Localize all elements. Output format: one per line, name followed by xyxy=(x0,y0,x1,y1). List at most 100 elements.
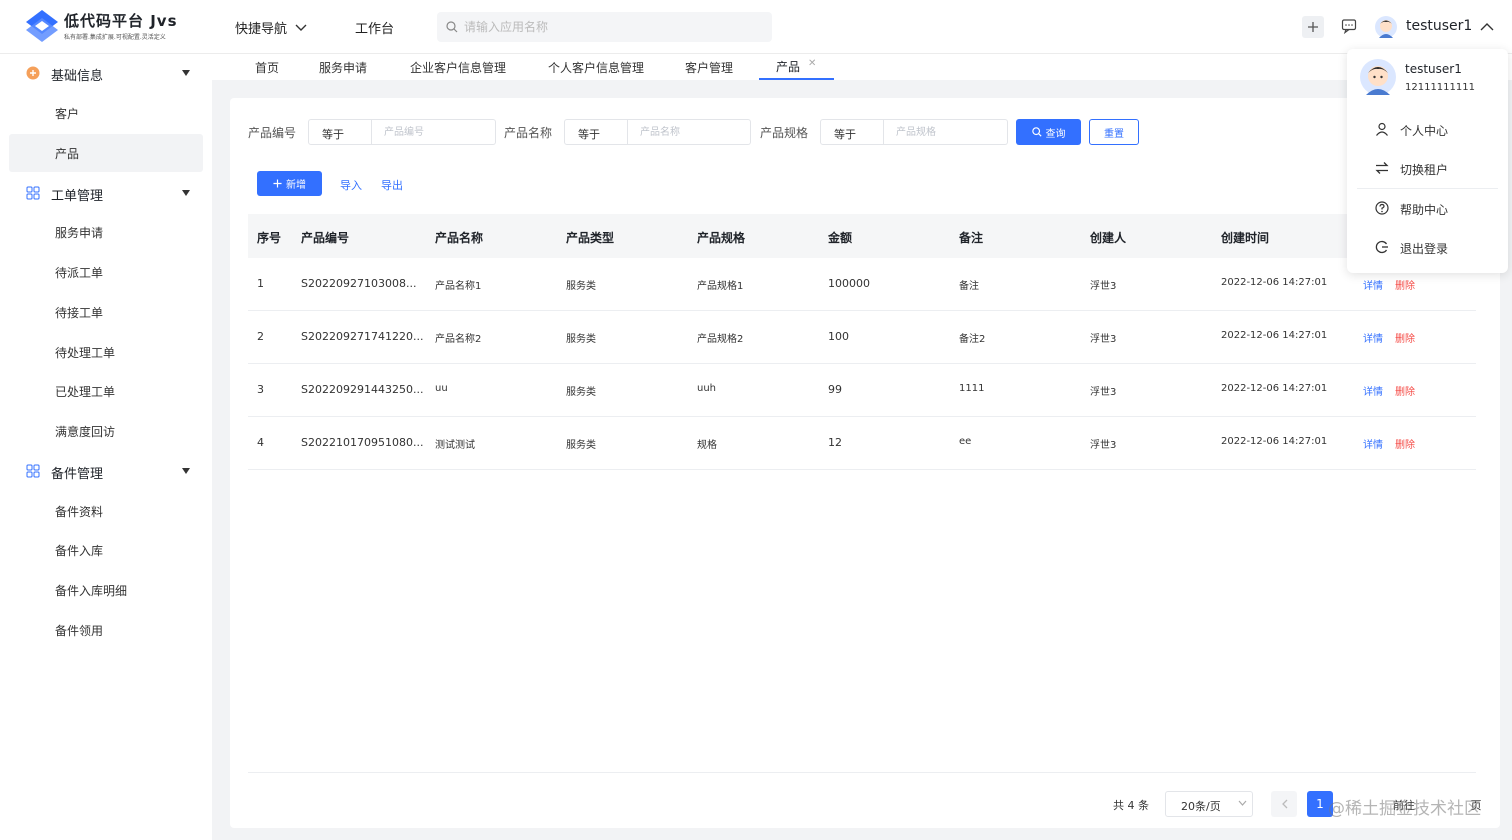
cell-remark: 备注 xyxy=(959,281,979,292)
filter-input-spec[interactable] xyxy=(883,119,1008,145)
message-icon xyxy=(1341,19,1357,34)
sidebar-item-product[interactable]: 产品 xyxy=(9,134,203,172)
tab-home[interactable]: 首页 xyxy=(255,59,279,76)
table-header xyxy=(248,214,1476,258)
menu-item-help-center[interactable]: 帮助中心 xyxy=(1347,192,1508,224)
row-detail-link[interactable]: 详情 xyxy=(1363,330,1383,345)
sidebar-item-pending-dispatch[interactable]: 待派工单 xyxy=(9,253,203,291)
sidebar-item-service-request[interactable]: 服务申请 xyxy=(9,213,203,251)
filter-label-spec: 产品规格 xyxy=(760,126,809,140)
switch-icon xyxy=(1375,162,1389,174)
row-delete-link[interactable]: 删除 xyxy=(1395,436,1415,451)
sidebar-group-label: 备件管理 xyxy=(51,467,104,482)
sidebar-group-spare-parts[interactable]: 备件管理 xyxy=(0,452,212,490)
close-icon[interactable]: ✕ xyxy=(808,58,816,69)
menu-item-personal-center[interactable]: 个人中心 xyxy=(1347,113,1508,145)
filter-label-code: 产品编号 xyxy=(248,126,297,140)
sidebar-item-satisfaction-visit[interactable]: 满意度回访 xyxy=(9,412,203,450)
cell-code: S20220927103008... xyxy=(301,277,417,290)
quick-nav-dropdown[interactable]: 快捷导航 xyxy=(235,18,307,37)
message-button[interactable] xyxy=(1340,17,1358,35)
product-name-field[interactable] xyxy=(627,120,750,144)
tab-customer-management[interactable]: 客户管理 xyxy=(685,59,733,76)
row-delete-link[interactable]: 删除 xyxy=(1395,383,1415,398)
filter-input-name[interactable] xyxy=(627,119,751,145)
cell-remark: ee xyxy=(959,436,972,447)
sidebar-group-work-order[interactable]: 工单管理 xyxy=(0,174,212,212)
product-code-field[interactable] xyxy=(371,120,495,144)
app-search[interactable] xyxy=(437,12,772,42)
filter-input-code[interactable] xyxy=(371,119,496,145)
user-icon xyxy=(1376,122,1388,136)
tab-personal-customer[interactable]: 个人客户信息管理 xyxy=(548,59,644,76)
cell-remark: 1111 xyxy=(959,383,985,394)
cell-type: 服务类 xyxy=(566,387,596,398)
sidebar-item-spare-inbound-detail[interactable]: 备件入库明细 xyxy=(9,571,203,609)
prev-page-button[interactable] xyxy=(1271,791,1297,817)
cell-created-time: 2022-12-06 14:27:01 xyxy=(1221,277,1328,288)
row-detail-link[interactable]: 详情 xyxy=(1363,436,1383,451)
workbench-link[interactable]: 工作台 xyxy=(355,18,394,37)
sidebar-item-label: 产品 xyxy=(55,147,80,161)
reset-button[interactable]: 重置 xyxy=(1089,119,1139,145)
filter-operator-name[interactable]: 等于 xyxy=(564,119,628,145)
menu-item-switch-tenant[interactable]: 切换租户 xyxy=(1347,152,1508,184)
add-product-button[interactable]: 新增 xyxy=(257,171,322,196)
menu-item-logout[interactable]: 退出登录 xyxy=(1347,231,1508,263)
cell-spec: uuh xyxy=(697,383,717,394)
cell-index: 1 xyxy=(257,277,264,290)
cell-type: 服务类 xyxy=(566,440,596,451)
cell-code: S202210170951080... xyxy=(301,436,424,449)
user-name[interactable]: testuser1 xyxy=(1406,18,1472,34)
search-input[interactable] xyxy=(464,20,754,34)
avatar[interactable] xyxy=(1375,16,1397,38)
row-delete-link[interactable]: 删除 xyxy=(1395,330,1415,345)
import-link[interactable]: 导入 xyxy=(340,177,362,193)
user-menu-dropdown: testuser1 12111111111 个人中心 切换租户 帮助中心 退出登… xyxy=(1347,49,1508,273)
app-title: 低代码平台 Jvs xyxy=(64,12,178,30)
cell-created-time: 2022-12-06 14:27:01 xyxy=(1221,330,1328,341)
sidebar-item-label: 待接工单 xyxy=(55,306,104,320)
menu-item-label: 个人中心 xyxy=(1400,124,1449,138)
sidebar-item-spare-usage[interactable]: 备件领用 xyxy=(9,611,203,649)
cell-name: 测试测试 xyxy=(435,440,475,451)
row-detail-link[interactable]: 详情 xyxy=(1363,277,1383,292)
column-header: 创建人 xyxy=(1090,231,1127,245)
cell-amount: 99 xyxy=(828,383,842,396)
chevron-up-icon[interactable] xyxy=(1480,21,1494,33)
sidebar-item-pending-process[interactable]: 待处理工单 xyxy=(9,333,203,371)
tab-enterprise-customer[interactable]: 企业客户信息管理 xyxy=(410,59,506,76)
sidebar-item-spare-info[interactable]: 备件资料 xyxy=(9,492,203,530)
tab-bar xyxy=(212,54,1512,80)
sidebar-item-spare-inbound[interactable]: 备件入库 xyxy=(9,531,203,569)
sidebar-item-label: 已处理工单 xyxy=(55,385,116,399)
base-info-icon xyxy=(26,66,40,80)
sidebar-group-label: 基础信息 xyxy=(51,69,104,84)
query-button[interactable]: 查询 xyxy=(1016,119,1081,145)
sidebar-item-processed[interactable]: 已处理工单 xyxy=(9,372,203,410)
page-size-value: 20条/页 xyxy=(1181,800,1221,813)
row-detail-link[interactable]: 详情 xyxy=(1363,383,1383,398)
top-bar: 低代码平台 Jvs 私有部署.集成扩展.可视配置.灵活定义 快捷导航 工作台 t… xyxy=(0,0,1512,54)
sidebar-item-pending-accept[interactable]: 待接工单 xyxy=(9,293,203,331)
add-button[interactable] xyxy=(1302,16,1324,38)
filter-operator-spec[interactable]: 等于 xyxy=(820,119,884,145)
filter-operator-code[interactable]: 等于 xyxy=(308,119,372,145)
chevron-left-icon xyxy=(1281,799,1287,809)
sidebar-group-base-info[interactable]: 基础信息 xyxy=(0,54,212,92)
plus-icon xyxy=(1308,22,1318,32)
menu-item-label: 退出登录 xyxy=(1400,242,1449,256)
export-link[interactable]: 导出 xyxy=(381,177,403,193)
page-size-select[interactable]: 20条/页 xyxy=(1165,791,1253,817)
caret-down-icon xyxy=(182,468,190,474)
cell-creator: 浮世3 xyxy=(1090,440,1117,451)
cell-spec: 产品规格2 xyxy=(697,334,744,345)
product-spec-field[interactable] xyxy=(883,120,1007,144)
avatar xyxy=(1360,59,1396,95)
cell-name: 产品名称2 xyxy=(435,334,482,345)
tab-product[interactable]: 产品 xyxy=(776,58,800,75)
sidebar-item-customer[interactable]: 客户 xyxy=(9,94,203,132)
tab-service-request[interactable]: 服务申请 xyxy=(319,59,367,76)
row-delete-link[interactable]: 删除 xyxy=(1395,277,1415,292)
cell-amount: 100 xyxy=(828,330,849,343)
